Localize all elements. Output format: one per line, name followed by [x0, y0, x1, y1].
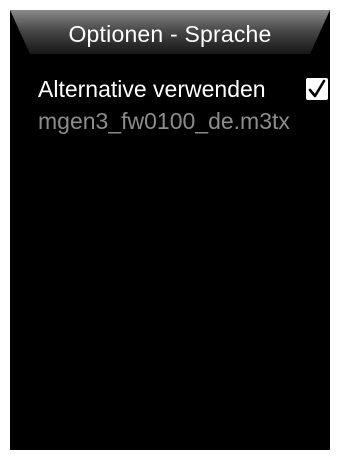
alternative-option-label: Alternative verwenden [38, 76, 266, 102]
page-title: Optionen - Sprache [68, 21, 272, 47]
alternative-option-row[interactable]: Alternative verwenden [38, 74, 330, 104]
title-bar: Optionen - Sprache [10, 10, 330, 54]
checkmark-icon [308, 79, 326, 98]
alternative-checkbox[interactable] [306, 78, 328, 100]
device-screen: Optionen - Sprache Alternative verwenden… [10, 10, 330, 450]
language-file-item[interactable]: mgen3_fw0100_de.m3tx [38, 106, 290, 136]
